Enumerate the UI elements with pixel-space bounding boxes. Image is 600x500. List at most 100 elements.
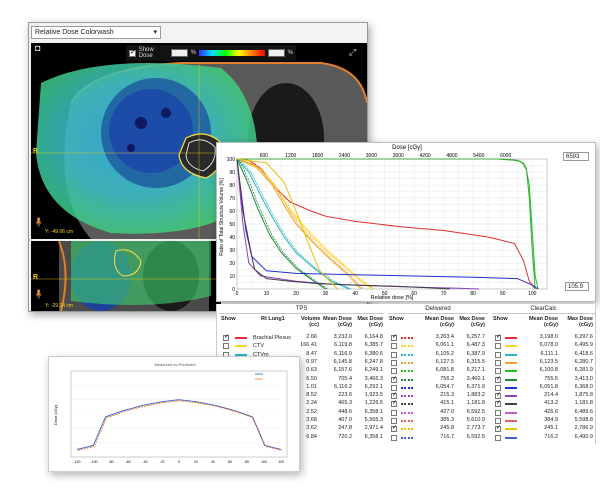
expand-icon[interactable]: ⤢ bbox=[349, 47, 356, 58]
clearcalc-mean-cell: 6,100.8 bbox=[539, 367, 558, 374]
colorwash-select[interactable]: Relative Dose Colorwash ▾ bbox=[31, 25, 161, 39]
checkbox[interactable] bbox=[495, 384, 501, 391]
delivered-show-checkbox[interactable] bbox=[391, 367, 401, 375]
clearcalc-show-checkbox[interactable] bbox=[495, 434, 505, 442]
clearcalc-mean-cell: 384.9 bbox=[544, 417, 558, 423]
delivered-show-header: Show bbox=[389, 316, 404, 322]
delivered-max-header: Max Dose (cGy) bbox=[455, 316, 485, 328]
coronal-ct-image bbox=[31, 241, 221, 311]
delivered-show-checkbox[interactable] bbox=[391, 425, 401, 433]
checkbox[interactable] bbox=[391, 434, 397, 441]
row-show-checkbox[interactable] bbox=[223, 342, 233, 350]
delivered-show-checkbox[interactable] bbox=[391, 409, 401, 417]
checkbox[interactable] bbox=[391, 334, 397, 341]
volume-cell: 2.66 bbox=[306, 334, 317, 340]
clearcalc-max-cell: 6,281.9 bbox=[574, 367, 593, 374]
delivered-mean-cell: 385.3 bbox=[440, 417, 454, 423]
y-tick-label: 70 bbox=[229, 196, 235, 202]
delivered-mean-cell: 6,105.2 bbox=[435, 350, 454, 357]
delivered-show-checkbox[interactable] bbox=[391, 342, 401, 350]
checkbox[interactable] bbox=[391, 418, 397, 424]
delivered-max-cell: 6,371.9 bbox=[466, 383, 485, 390]
checkbox[interactable] bbox=[223, 334, 229, 341]
dose-colorbar[interactable] bbox=[198, 50, 265, 56]
clearcalc-show-checkbox[interactable] bbox=[495, 351, 505, 359]
delivered-show-checkbox[interactable] bbox=[391, 334, 401, 342]
dash-line bbox=[401, 337, 413, 339]
tps-max-cell: 6,292.1 bbox=[364, 383, 383, 390]
clearcalc-mean-cell: 6,051.8 bbox=[539, 383, 558, 390]
delivered-show-checkbox[interactable] bbox=[391, 392, 401, 400]
y-tick-label: 10 bbox=[229, 274, 235, 280]
clearcalc-show-checkbox[interactable] bbox=[495, 367, 505, 375]
profile-x-tick: 40 bbox=[211, 460, 215, 464]
delivered-show-checkbox[interactable] bbox=[391, 351, 401, 359]
checkbox[interactable] bbox=[495, 334, 501, 341]
delivered-show-checkbox[interactable] bbox=[391, 434, 401, 442]
checkbox[interactable] bbox=[495, 434, 501, 441]
dash-line bbox=[401, 420, 413, 422]
tps-mean-cell: 705.4 bbox=[338, 375, 352, 382]
delivered-show-checkbox[interactable] bbox=[391, 400, 401, 408]
checkbox[interactable] bbox=[391, 400, 397, 408]
clearcalc-show-checkbox[interactable] bbox=[495, 417, 505, 425]
volume-unit: (cc) bbox=[309, 322, 319, 328]
clearcalc-show-checkbox[interactable] bbox=[495, 400, 505, 408]
checkbox[interactable] bbox=[495, 351, 501, 358]
clearcalc-show-checkbox[interactable] bbox=[495, 392, 505, 400]
clearcalc-show-header: Show bbox=[493, 316, 508, 322]
delivered-max-cell: 2,773.7 bbox=[466, 425, 485, 432]
profile-x-tick: 20 bbox=[194, 460, 198, 464]
checkbox[interactable] bbox=[495, 343, 501, 350]
checkbox[interactable] bbox=[495, 359, 501, 366]
dose-min-input[interactable] bbox=[170, 49, 188, 57]
delivered-max-cell: 5,610.9 bbox=[466, 417, 485, 423]
show-dose-label: Show Dose bbox=[138, 47, 154, 59]
clearcalc-show-checkbox[interactable] bbox=[495, 359, 505, 367]
dash-line bbox=[505, 353, 517, 356]
checkbox[interactable] bbox=[495, 368, 501, 375]
clearcalc-show-checkbox[interactable] bbox=[495, 425, 505, 433]
y-tick-label: 20 bbox=[229, 261, 235, 267]
coronal-view[interactable]: R Y: -29.24 cm 🧍 bbox=[31, 241, 221, 311]
camera-icon[interactable]: ◘ bbox=[35, 43, 40, 53]
delivered-show-checkbox[interactable] bbox=[391, 376, 401, 384]
clearcalc-title: ClearCalc bbox=[492, 306, 595, 314]
checkbox[interactable] bbox=[391, 343, 397, 350]
checkbox[interactable] bbox=[495, 418, 501, 424]
dash-line bbox=[401, 345, 413, 348]
dose-max-input[interactable] bbox=[267, 49, 285, 57]
checkbox[interactable] bbox=[495, 425, 501, 433]
checkbox[interactable] bbox=[391, 359, 397, 366]
checkbox[interactable] bbox=[495, 376, 501, 383]
clearcalc-show-checkbox[interactable] bbox=[495, 376, 505, 384]
checkbox[interactable] bbox=[495, 409, 501, 416]
checkbox[interactable] bbox=[495, 392, 501, 400]
delivered-show-checkbox[interactable] bbox=[391, 417, 401, 425]
clearcalc-show-checkbox[interactable] bbox=[495, 334, 505, 342]
checkbox[interactable] bbox=[391, 392, 397, 400]
row-show-checkbox[interactable] bbox=[223, 334, 233, 342]
checkbox[interactable] bbox=[495, 400, 501, 408]
checkbox[interactable] bbox=[391, 384, 397, 391]
delivered-show-checkbox[interactable] bbox=[391, 359, 401, 367]
checkbox[interactable] bbox=[391, 409, 397, 416]
max-dose-field[interactable]: 6593 bbox=[563, 152, 589, 161]
structure-header: Rt Lung1 bbox=[261, 316, 285, 322]
clearcalc-show-checkbox[interactable] bbox=[495, 342, 505, 350]
delivered-mean-cell: 245.8 bbox=[440, 425, 454, 432]
clearcalc-show-checkbox[interactable] bbox=[495, 409, 505, 417]
clearcalc-show-checkbox[interactable] bbox=[495, 384, 505, 392]
checkbox[interactable] bbox=[391, 376, 397, 383]
checkbox[interactable] bbox=[223, 343, 229, 350]
clearcalc-max-cell: 6,489.6 bbox=[574, 408, 593, 415]
clearcalc-line-swatch bbox=[505, 342, 519, 350]
delivered-show-checkbox[interactable] bbox=[391, 384, 401, 392]
checkbox[interactable] bbox=[391, 351, 397, 358]
dash-line bbox=[401, 386, 413, 389]
max-relative-dose-field[interactable]: 105.9 bbox=[565, 282, 589, 291]
show-dose-checkbox[interactable] bbox=[129, 48, 136, 57]
checkbox[interactable] bbox=[391, 425, 397, 433]
ct-toolbar: Relative Dose Colorwash ▾ bbox=[29, 23, 367, 41]
checkbox[interactable] bbox=[391, 368, 397, 375]
